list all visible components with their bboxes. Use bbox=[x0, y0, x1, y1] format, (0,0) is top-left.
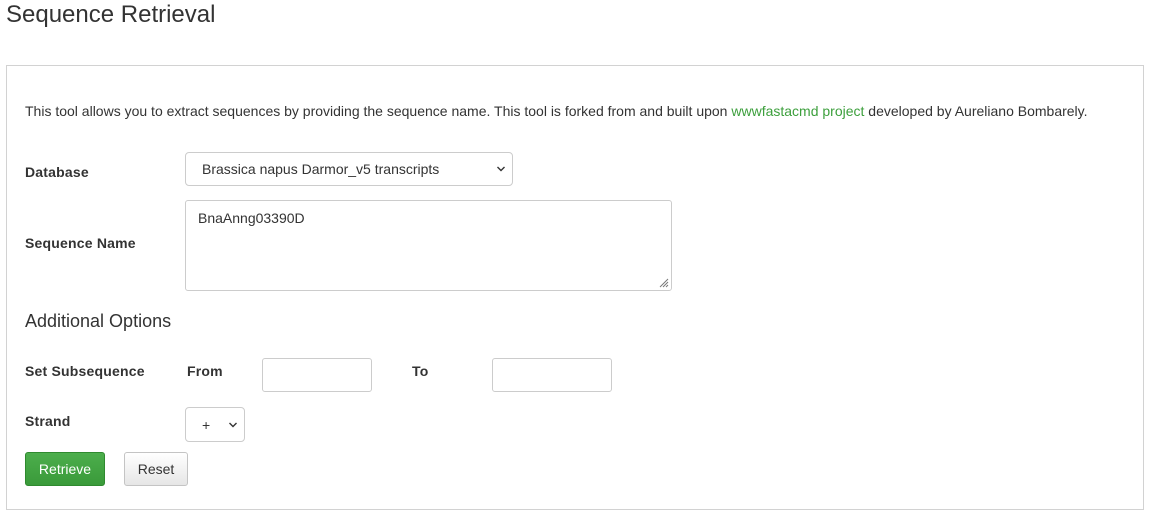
intro-text-before: This tool allows you to extract sequence… bbox=[25, 103, 732, 119]
reset-button[interactable]: Reset bbox=[124, 452, 188, 486]
chevron-down-icon bbox=[497, 166, 505, 172]
intro-text-after: developed by Aureliano Bombarely. bbox=[864, 103, 1088, 119]
to-label: To bbox=[412, 363, 429, 379]
wwwfastacmd-link[interactable]: wwwfastacmd project bbox=[731, 103, 864, 119]
set-subsequence-label: Set Subsequence bbox=[25, 363, 145, 379]
resize-grip-icon[interactable] bbox=[659, 278, 669, 288]
from-label: From bbox=[187, 363, 223, 379]
retrieve-button[interactable]: Retrieve bbox=[25, 452, 105, 486]
strand-label: Strand bbox=[25, 413, 71, 429]
from-input[interactable] bbox=[262, 358, 372, 392]
additional-options-heading: Additional Options bbox=[25, 311, 172, 331]
database-select-value: Brassica napus Darmor_v5 transcripts bbox=[202, 161, 440, 177]
database-select[interactable]: Brassica napus Darmor_v5 transcripts bbox=[185, 152, 513, 186]
intro-text: This tool allows you to extract sequence… bbox=[25, 103, 1088, 119]
sequence-retrieval-panel: This tool allows you to extract sequence… bbox=[6, 65, 1144, 510]
sequence-name-textarea[interactable]: BnaAnng03390D bbox=[185, 200, 672, 291]
sequence-name-value: BnaAnng03390D bbox=[198, 210, 305, 226]
page-title: Sequence Retrieval bbox=[6, 1, 216, 28]
sequence-name-label: Sequence Name bbox=[25, 235, 136, 251]
strand-select-value: + bbox=[202, 416, 211, 433]
strand-select[interactable]: + bbox=[185, 407, 245, 442]
chevron-down-icon bbox=[229, 422, 237, 427]
to-input[interactable] bbox=[492, 358, 612, 392]
database-label: Database bbox=[25, 164, 89, 180]
